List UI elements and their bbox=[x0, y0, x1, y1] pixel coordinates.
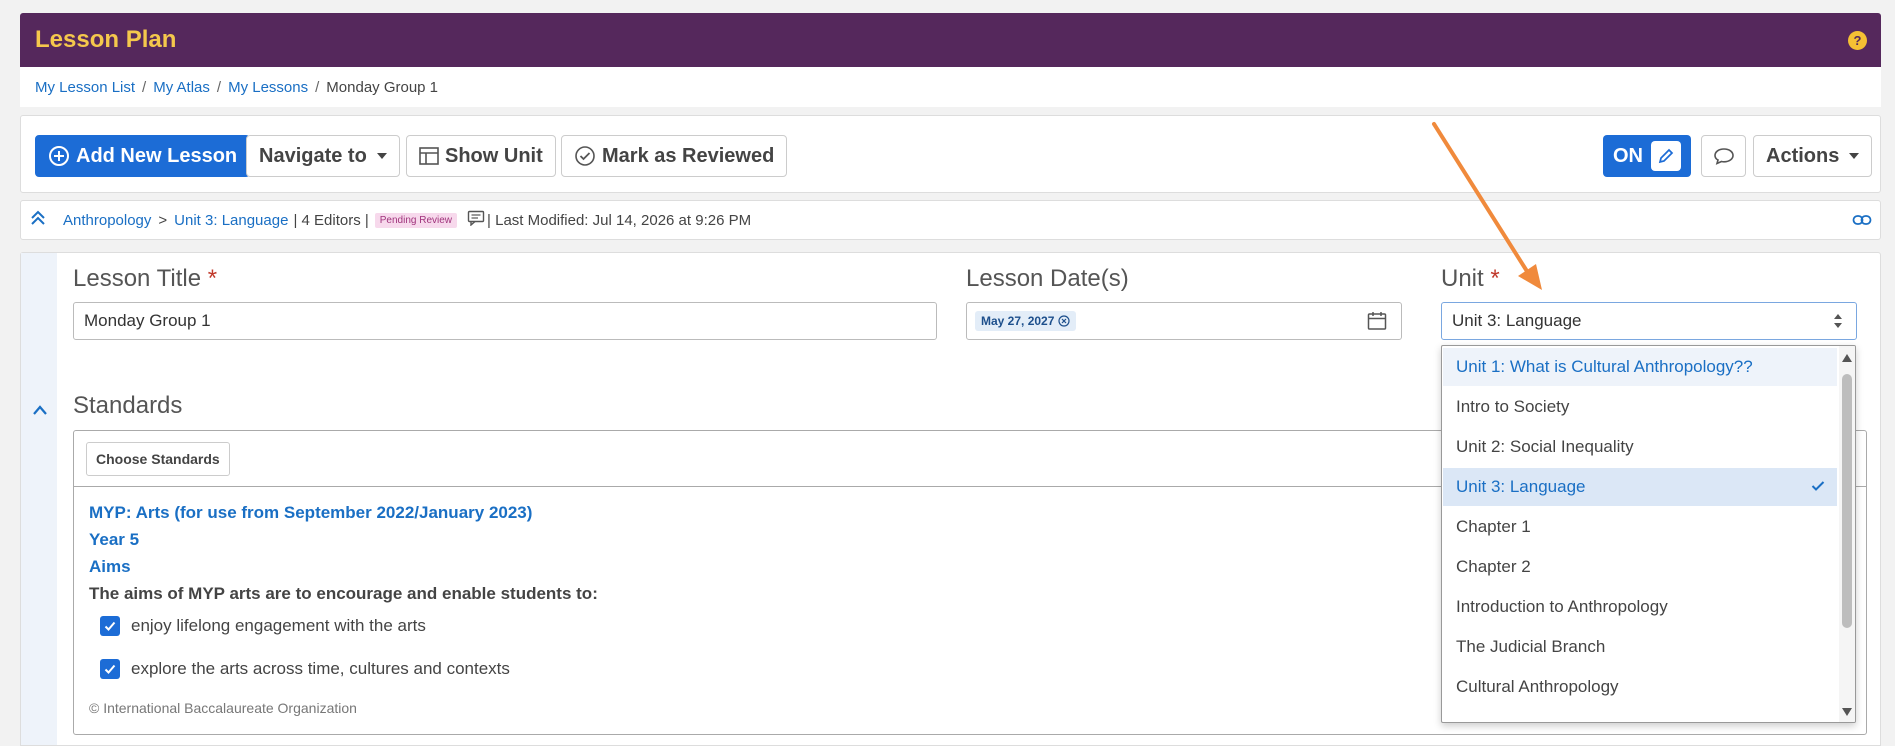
scrollbar-thumb[interactable] bbox=[1842, 374, 1852, 628]
side-gutter bbox=[21, 253, 57, 745]
unit-option[interactable]: Cultural Anthropology bbox=[1443, 668, 1837, 706]
unit-option[interactable]: Introduction to Anthropology bbox=[1443, 588, 1837, 626]
lesson-date-label: Lesson Date(s) bbox=[966, 265, 1129, 292]
caret-down-icon bbox=[1849, 153, 1860, 159]
standard-item: explore the arts across time, cultures a… bbox=[100, 659, 510, 679]
standard-aims-link[interactable]: Aims bbox=[89, 557, 131, 577]
editors-count: | 4 Editors | bbox=[293, 211, 369, 229]
pencil-icon bbox=[1651, 141, 1681, 171]
comment-icon bbox=[1713, 148, 1734, 165]
app-header: Lesson Plan ? bbox=[20, 13, 1881, 67]
standard-framework-link[interactable]: MYP: Arts (for use from September 2022/J… bbox=[89, 503, 532, 523]
checkbox-checked[interactable] bbox=[100, 616, 120, 636]
standard-year-link[interactable]: Year 5 bbox=[89, 530, 139, 550]
unit-option-selected[interactable]: Unit 3: Language bbox=[1443, 468, 1837, 506]
unit-option[interactable]: The Judicial Branch bbox=[1443, 628, 1837, 666]
breadcrumb-my-atlas[interactable]: My Atlas bbox=[153, 79, 210, 96]
scroll-down-icon[interactable] bbox=[1842, 708, 1852, 716]
mark-reviewed-button[interactable]: Mark as Reviewed bbox=[561, 135, 788, 177]
unit-option[interactable]: Chapter 2 bbox=[1443, 548, 1837, 586]
standard-item: enjoy lifelong engagement with the arts bbox=[100, 616, 426, 636]
navigate-to-button[interactable]: Navigate to bbox=[246, 135, 400, 177]
calendar-icon[interactable] bbox=[1367, 311, 1387, 331]
standard-intro: The aims of MYP arts are to encourage an… bbox=[89, 584, 598, 603]
collapse-chevron-icon[interactable] bbox=[32, 403, 48, 421]
unit-option[interactable]: Unit 1: What is Cultural Anthropology?? bbox=[1443, 348, 1837, 386]
copyright-text: © International Baccalaureate Organizati… bbox=[89, 700, 357, 716]
select-updown-icon bbox=[1834, 314, 1842, 328]
actions-button[interactable]: Actions bbox=[1753, 135, 1873, 177]
unit-dropdown-list[interactable]: Unit 1: What is Cultural Anthropology?? … bbox=[1441, 345, 1856, 723]
breadcrumb-my-lesson-list[interactable]: My Lesson List bbox=[35, 79, 135, 96]
lesson-date-input[interactable]: May 27, 2027 bbox=[966, 302, 1402, 340]
lesson-title-input[interactable]: Monday Group 1 bbox=[73, 302, 937, 340]
date-chip: May 27, 2027 bbox=[975, 311, 1077, 331]
breadcrumb: My Lesson List / My Atlas / My Lessons /… bbox=[20, 67, 1881, 107]
choose-standards-button[interactable]: Choose Standards bbox=[86, 442, 230, 476]
breadcrumb-current: Monday Group 1 bbox=[326, 78, 439, 96]
last-modified: | Last Modified: Jul 14, 2026 at 9:26 PM bbox=[487, 211, 752, 229]
page-title: Lesson Plan bbox=[35, 26, 177, 53]
unit-option[interactable]: Unit 2: Social Inequality bbox=[1443, 428, 1837, 466]
unit-select[interactable]: Unit 3: Language bbox=[1441, 302, 1857, 340]
standards-heading: Standards bbox=[73, 392, 183, 419]
unit-option[interactable]: Chapter 1 bbox=[1443, 508, 1837, 546]
scroll-up-icon[interactable] bbox=[1842, 354, 1852, 362]
breadcrumb-my-lessons[interactable]: My Lessons bbox=[228, 79, 308, 96]
edit-toggle[interactable]: ON bbox=[1603, 135, 1691, 177]
lesson-title-label: Lesson Title * bbox=[73, 265, 218, 292]
unit-option[interactable]: Intro to Society bbox=[1443, 388, 1837, 426]
unit-link[interactable]: Unit 3: Language bbox=[174, 212, 288, 229]
layout-icon bbox=[419, 147, 439, 165]
toolbar: Add New Lesson Navigate to Show Unit Mar… bbox=[20, 115, 1881, 193]
show-unit-button[interactable]: Show Unit bbox=[406, 135, 556, 177]
annotation-arrow bbox=[1432, 122, 1542, 290]
comment-icon[interactable] bbox=[467, 210, 485, 230]
link-icon[interactable] bbox=[1852, 212, 1872, 232]
caret-down-icon bbox=[376, 153, 387, 159]
comments-button[interactable] bbox=[1701, 135, 1746, 177]
plus-circle-icon bbox=[49, 146, 69, 166]
dropdown-scrollbar[interactable] bbox=[1839, 346, 1855, 722]
lesson-info-bar: Anthropology > Unit 3: Language | 4 Edit… bbox=[20, 200, 1881, 240]
check-icon bbox=[1811, 481, 1825, 491]
collapse-double-chevron-icon[interactable] bbox=[31, 210, 45, 230]
add-lesson-button[interactable]: Add New Lesson bbox=[35, 135, 251, 177]
checkbox-checked[interactable] bbox=[100, 659, 120, 679]
remove-date-icon[interactable] bbox=[1058, 315, 1070, 327]
check-circle-icon bbox=[575, 146, 595, 166]
course-link[interactable]: Anthropology bbox=[63, 212, 151, 229]
status-badge: Pending Review bbox=[374, 212, 458, 228]
help-icon[interactable]: ? bbox=[1848, 31, 1867, 50]
